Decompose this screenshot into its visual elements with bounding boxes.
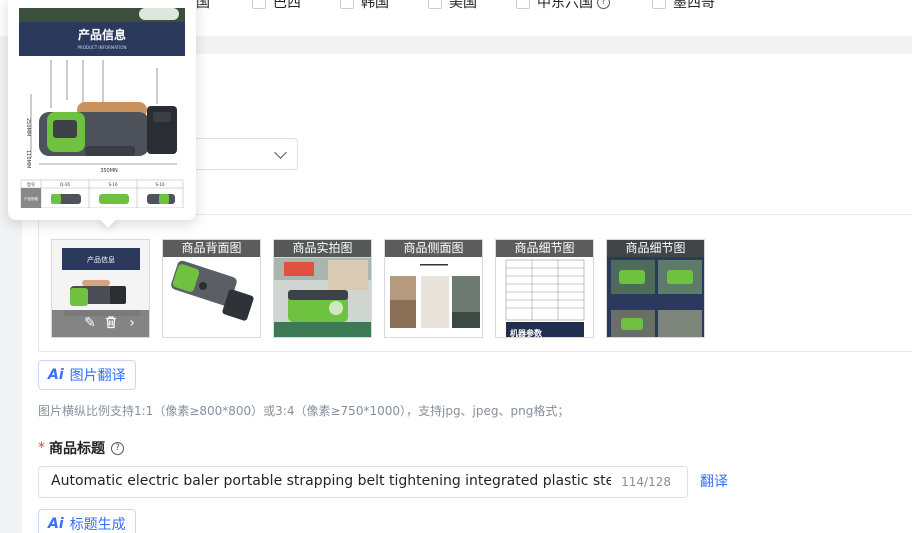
button-label: 图片翻译 bbox=[69, 368, 126, 384]
title-translate-link[interactable]: 翻译 bbox=[700, 471, 728, 491]
svg-text:350MN: 350MN bbox=[100, 168, 118, 174]
thumbnail-label: 商品背面图 bbox=[163, 240, 260, 257]
country-label: 美国 bbox=[449, 0, 477, 11]
checkbox[interactable] bbox=[252, 0, 266, 9]
field-label: 商品标题 bbox=[49, 441, 105, 457]
country-label: 韩国 bbox=[361, 0, 389, 11]
image-preview-popover: 产品信息 PRODUCT INFORMATION 250MM 110MM 350… bbox=[8, 0, 196, 228]
checkbox[interactable] bbox=[428, 0, 442, 9]
thumbnail-label: 商品细节图 bbox=[496, 240, 593, 257]
svg-text:S-16: S-16 bbox=[155, 182, 165, 187]
edit-icon[interactable]: ✎ bbox=[82, 315, 98, 331]
character-counter: 114/128 bbox=[621, 475, 671, 489]
svg-text:Q-16: Q-16 bbox=[60, 182, 70, 187]
country-option-mexico[interactable]: 墨西哥 bbox=[652, 0, 715, 12]
country-option-us[interactable]: 美国 bbox=[182, 0, 210, 12]
svg-text:产品信息: 产品信息 bbox=[78, 27, 126, 42]
svg-text:产品规格: 产品规格 bbox=[24, 196, 38, 201]
image-thumbnail-main[interactable]: 产品信息 ✎ › bbox=[51, 239, 150, 338]
image-thumbnail-side[interactable]: 商品侧面图 bbox=[384, 239, 483, 338]
country-label: 巴西 bbox=[273, 0, 301, 11]
image-thumbnail-real[interactable]: 商品实拍图 bbox=[273, 239, 372, 338]
thumbnail-label: 商品侧面图 bbox=[385, 240, 482, 257]
svg-text:S-16: S-16 bbox=[108, 182, 118, 187]
svg-text:机器参数: 机器参数 bbox=[510, 328, 543, 338]
chevron-down-icon bbox=[274, 146, 287, 159]
svg-text:110MM: 110MM bbox=[25, 150, 31, 168]
thumbnail-action-bar: ✎ › bbox=[52, 310, 149, 337]
image-thumbnail-detail-1[interactable]: 机器参数 商品细节图 bbox=[495, 239, 594, 338]
required-mark: * bbox=[38, 440, 45, 456]
svg-text:PRODUCT INFORMATION: PRODUCT INFORMATION bbox=[78, 45, 127, 50]
country-option-middle-east[interactable]: 中东六国 ? bbox=[516, 0, 610, 12]
country-option-brazil[interactable]: 巴西 bbox=[252, 0, 301, 12]
checkbox[interactable] bbox=[340, 0, 354, 9]
ai-icon: Ai bbox=[48, 516, 64, 532]
chevron-right-icon[interactable]: › bbox=[124, 315, 140, 331]
trash-icon[interactable] bbox=[103, 315, 119, 331]
thumbnail-label: 商品实拍图 bbox=[274, 240, 371, 257]
ai-icon: Ai bbox=[48, 367, 64, 383]
product-edit-page: 美国 巴西 韩国 美国 中东六国 ? 墨西哥 产品信息 ✎ › 商品背面图 商品… bbox=[0, 0, 912, 533]
title-input-value[interactable]: Automatic electric baler portable strapp… bbox=[51, 473, 611, 489]
svg-text:产品信息: 产品信息 bbox=[87, 255, 115, 264]
help-icon[interactable]: ? bbox=[111, 441, 124, 455]
image-thumbnail-back[interactable]: 商品背面图 bbox=[162, 239, 261, 338]
preview-image: 产品信息 PRODUCT INFORMATION 250MM 110MM 350… bbox=[19, 8, 185, 208]
country-option-korea[interactable]: 韩国 bbox=[340, 0, 389, 12]
title-generate-button[interactable]: Ai 标题生成 bbox=[38, 509, 136, 533]
product-title-input[interactable]: Automatic electric baler portable strapp… bbox=[38, 466, 688, 498]
image-format-hint: 图片横纵比例支持1:1（像素≥800*800）或3:4（像素≥750*1000）… bbox=[38, 404, 570, 418]
country-option-usa[interactable]: 美国 bbox=[428, 0, 477, 12]
svg-text:型号: 型号 bbox=[27, 181, 35, 187]
question-icon[interactable]: ? bbox=[597, 0, 610, 9]
product-title-label: * 商品标题 ? bbox=[38, 438, 124, 458]
checkbox[interactable] bbox=[516, 0, 530, 9]
button-label: 标题生成 bbox=[69, 517, 126, 533]
thumbnail-label: 商品细节图 bbox=[607, 240, 704, 257]
checkbox[interactable] bbox=[652, 0, 666, 9]
country-label: 墨西哥 bbox=[673, 0, 715, 11]
svg-text:250MM: 250MM bbox=[25, 118, 31, 136]
image-thumbnail-detail-2[interactable]: 商品细节图 bbox=[606, 239, 705, 338]
image-translate-button[interactable]: Ai 图片翻译 bbox=[38, 360, 136, 390]
country-label: 中东六国 bbox=[537, 0, 593, 11]
